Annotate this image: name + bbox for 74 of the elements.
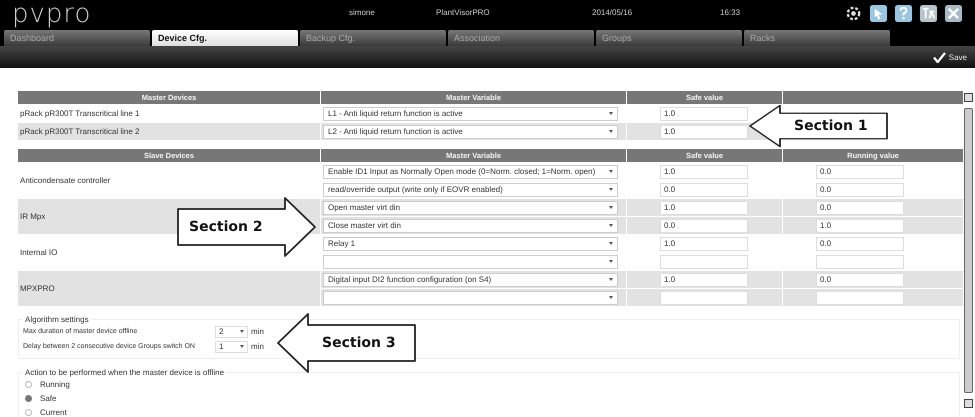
gear-icon[interactable] (844, 4, 863, 23)
option-label: Current (40, 408, 67, 416)
caret-icon (609, 242, 613, 245)
running-value-field[interactable] (816, 290, 904, 304)
variable-dropdown[interactable]: Relay 1 (323, 236, 618, 250)
panel-legend: Algorithm settings (23, 315, 91, 324)
value-dropdown[interactable]: 1 (215, 340, 248, 352)
safe-value-field[interactable]: 0.0 (660, 182, 748, 196)
radio-button[interactable] (25, 394, 32, 402)
user-name: simone (349, 8, 375, 17)
panel-legend: Action to be performed when the master device is offline (23, 368, 226, 377)
variable-dropdown[interactable]: Close master virt din (323, 218, 618, 232)
running-value-field[interactable]: 1.0 (816, 218, 904, 232)
variable-dropdown[interactable]: Enable ID1 Input as Normally Open mode (0=Norm. closed; 1=Norm. open) (323, 164, 618, 178)
option-label: Safe (40, 394, 56, 402)
running-value-field[interactable]: 0.0 (816, 164, 904, 178)
scrollbar-thumb[interactable] (964, 108, 973, 393)
radio-button[interactable] (25, 408, 32, 416)
running-value-field[interactable]: 0.0 (816, 200, 904, 214)
running-value-field[interactable]: 0.0 (816, 236, 904, 250)
table-cell: MPXPRO (18, 271, 320, 306)
radio-button[interactable] (25, 380, 32, 388)
running-value-field[interactable]: 0.0 (816, 272, 904, 286)
date-text: 2014/05/16 (592, 8, 632, 17)
help-icon[interactable] (894, 4, 913, 23)
variable-dropdown[interactable]: L1 - Anti liquid return function is active (323, 106, 618, 120)
callout-label: Section 3 (322, 335, 396, 351)
value-dropdown[interactable]: 2 (215, 326, 248, 338)
safe-value-field[interactable] (660, 254, 748, 268)
safe-value-field[interactable]: 1.0 (660, 272, 748, 286)
unit-label: min (251, 342, 264, 351)
caret-icon (609, 260, 613, 263)
variable-dropdown[interactable]: read/override output (write only if EOVR enabled) (323, 182, 618, 196)
safe-value-field[interactable]: 1.0 (660, 236, 748, 250)
table-cell: pRack pR300T Transcritical line 2 (18, 123, 320, 140)
caret-icon (609, 188, 613, 191)
time-text: 16:33 (720, 8, 740, 17)
running-value-field[interactable]: 0.0 (816, 182, 904, 196)
caret-icon (609, 224, 613, 227)
table-cell-text: Anticondensate controller (19, 175, 112, 187)
callout-label: Section 2 (189, 219, 263, 235)
scroll-down-button[interactable] (964, 399, 973, 408)
save-button[interactable]: Save (932, 52, 967, 62)
tab[interactable]: Device Cfg. (152, 30, 298, 46)
caret-icon (609, 296, 613, 299)
caret-icon (240, 345, 244, 348)
safe-value-field[interactable]: 1.0 (660, 164, 748, 178)
table-cell-text: Internal IO (19, 247, 58, 259)
caret-icon (609, 278, 613, 281)
pointer-icon[interactable] (869, 4, 888, 23)
caret-icon (609, 170, 613, 173)
caret-icon (609, 130, 613, 133)
logo: pvpro (12, 0, 92, 26)
variable-dropdown[interactable]: Digital input DI2 function configuration (on S4) (323, 272, 618, 286)
running-value-field[interactable] (816, 254, 904, 268)
caret-icon (609, 206, 613, 209)
variable-dropdown[interactable]: Open master virt din (323, 200, 618, 214)
variable-dropdown[interactable]: L2 - Anti liquid return function is active (323, 124, 618, 138)
unit-label: min (251, 327, 264, 336)
application-name: PlantVisorPRO (436, 8, 490, 17)
safe-value-field[interactable]: 1.0 (660, 124, 748, 138)
close-icon[interactable] (944, 4, 963, 23)
scroll-up-button[interactable] (964, 93, 973, 102)
safe-value-field[interactable] (660, 290, 748, 304)
callout-label: Section 1 (794, 118, 868, 134)
language-icon[interactable] (919, 4, 938, 23)
table-cell-text: pRack pR300T Transcritical line 1 (19, 108, 140, 120)
option-label: Running (40, 380, 70, 388)
safe-value-field[interactable]: 1.0 (660, 200, 748, 214)
checkmark-icon (932, 52, 946, 62)
caret-icon (609, 112, 613, 115)
caret-icon (240, 330, 244, 333)
safe-value-field[interactable]: 1.0 (660, 106, 748, 120)
safe-value-field[interactable]: 0.0 (660, 218, 748, 232)
